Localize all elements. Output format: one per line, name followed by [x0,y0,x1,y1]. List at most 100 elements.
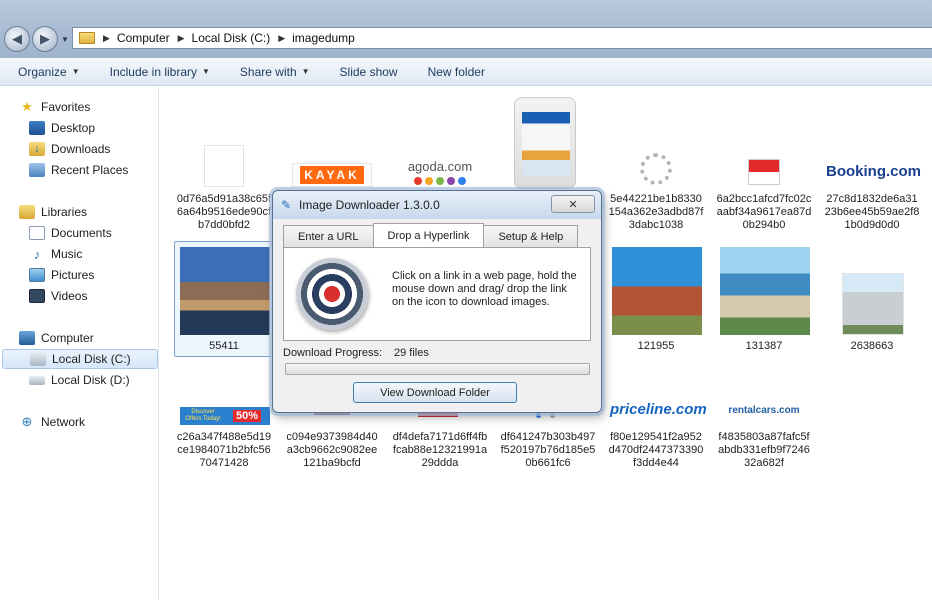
nav-network[interactable]: ⊕ Network [19,412,85,432]
file-item[interactable]: Discover Offers Today! 50% c26a347f488e5… [176,405,272,475]
discover-offers-thumbnail: Discover Offers Today! 50% [180,407,270,425]
loading-spinner-icon [640,153,672,185]
file-item[interactable]: 2638663 [824,243,920,353]
slide-show-button[interactable]: Slide show [340,65,398,79]
drive-icon [30,352,46,366]
tab-setup-help[interactable]: Setup & Help [483,225,579,247]
file-item[interactable]: 55411 [176,243,272,353]
chevron-right-icon[interactable]: ▶ [178,33,185,44]
file-name: c094e9373984d40a3cb9662c9082ee121ba9bcfd [286,431,378,469]
breadcrumb-imagedump[interactable]: imagedump [292,31,355,45]
new-folder-button[interactable]: New folder [428,65,485,79]
nav-recent-places[interactable]: Recent Places [29,160,128,180]
dialog-title-bar[interactable]: ✎ Image Downloader 1.3.0.0 ✕ [273,191,601,219]
music-icon: ♪ [33,246,41,262]
file-item[interactable]: priceline.com f80e129541f2a952d470df2447… [608,401,707,475]
nav-libraries[interactable]: Libraries [19,202,87,222]
documents-icon [29,226,45,240]
tab-enter-url[interactable]: Enter a URL [283,225,374,247]
kayak-logo-text: KAYAK [300,166,364,184]
recent-places-icon [29,163,45,177]
chevron-down-icon: ▼ [71,67,80,76]
file-item[interactable]: 131387 [716,243,812,353]
file-item[interactable] [500,97,596,197]
address-box[interactable]: ▶ Computer ▶ Local Disk (C:) ▶ imagedump [72,27,932,49]
nav-music[interactable]: ♪ Music [29,244,83,264]
file-item[interactable]: 121955 [608,243,704,353]
command-bar: Organize ▼ Include in library ▼ Share with… [0,58,932,86]
close-button[interactable]: ✕ [551,195,595,213]
nav-documents[interactable]: Documents [29,223,112,243]
nav-label: Desktop [51,121,96,135]
file-name: df641247b303b497f520197b76d185e50b661fc6 [500,431,596,469]
file-name: 131387 [745,340,783,352]
tab-label: Enter a URL [298,230,359,243]
nav-favorites[interactable]: ★ Favorites [19,97,90,117]
nav-downloads[interactable]: ↓ Downloads [29,139,110,159]
nav-computer[interactable]: Computer [19,328,94,348]
priceline-logo-text: priceline.com [610,401,707,418]
network-icon: ⊕ [21,414,33,429]
forward-arrow-icon: ▶ [40,31,50,46]
tab-drop-hyperlink[interactable]: Drop a Hyperlink [372,223,485,247]
progress-value: 29 files [394,347,429,359]
dialog-title: Image Downloader 1.3.0.0 [299,198,440,212]
organize-button[interactable]: Organize ▼ [18,65,80,79]
amsterdam-canal-thumbnail [180,247,270,335]
breadcrumb-local-disk[interactable]: Local Disk (C:) [192,31,271,45]
file-item[interactable]: df4defa7171d6ff4fbfcab88e12321991a29ddda [392,405,488,475]
file-item[interactable]: agoda.com [392,145,488,195]
nav-label: Documents [51,226,112,240]
image-downloader-dialog: ✎ Image Downloader 1.3.0.0 ✕ Enter a URL… [272,190,602,413]
file-name: 2638663 [850,340,894,352]
thumbnail [536,413,558,419]
hotel-building-thumbnail [842,273,904,335]
nav-label: Network [41,415,86,429]
blank-thumbnail [204,145,244,187]
nav-label: Recent Places [51,163,129,177]
file-item[interactable]: KAYAK [284,145,380,195]
nav-pictures[interactable]: Pictures [29,265,94,285]
file-item[interactable]: rentalcars.com f4835803a87fafc5fabdb331e… [716,401,812,475]
agoda-logo-text: agoda.com [407,159,473,174]
nav-label: Downloads [51,142,111,156]
agoda-dots [400,177,480,185]
nav-label: Local Disk (C:) [52,352,131,366]
instructions-text: Click on a link in a web page, hold the … [392,270,577,308]
file-name: 55411 [209,340,239,352]
drop-target-icon[interactable] [296,258,368,330]
forward-button[interactable]: ▶ [32,26,58,52]
nav-local-disk-c[interactable]: Local Disk (C:) [2,349,158,369]
include-in-library-button[interactable]: Include in library ▼ [110,65,210,79]
chevron-right-icon[interactable]: ▶ [278,33,285,44]
pattaya-bay-thumbnail [720,247,810,335]
include-in-library-label: Include in library [109,64,197,79]
nav-label: Pictures [51,268,95,282]
pictures-icon [29,268,45,282]
folder-icon [79,32,95,44]
nav-desktop[interactable]: Desktop [29,118,95,138]
share-with-button[interactable]: Share with ▼ [240,65,310,79]
recent-pages-dropdown-icon[interactable]: ▼ [61,35,69,44]
nav-local-disk-d[interactable]: Local Disk (D:) [29,370,130,390]
breadcrumb-computer[interactable]: Computer [117,31,170,45]
phone-screen [522,112,570,176]
downloads-icon: ↓ [29,142,45,156]
nav-videos[interactable]: Videos [29,286,87,306]
videos-icon [29,289,45,303]
slide-show-label: Slide show [339,64,398,79]
file-item[interactable]: Booking.com 27c8d1832de6a3123b6ee45b59ae… [824,145,921,237]
file-item[interactable]: 0d76a5d91a38c65f6a64b9516ede90cfb7dd0bfd… [176,145,272,237]
close-icon: ✕ [568,198,578,211]
file-item[interactable]: df641247b303b497f520197b76d185e50b661fc6 [500,405,596,475]
back-button[interactable]: ◀ [4,26,30,52]
kayak-thumbnail: KAYAK [292,163,372,187]
chevron-right-icon[interactable]: ▶ [103,33,110,44]
file-name: 121955 [637,340,675,352]
file-item[interactable]: 6a2bcc1afcd7fc02caabf34a9617ea87d0b294b0 [716,145,812,237]
file-item[interactable]: 5e44221be1b8330154a362e3adbd87f3dabc1038 [608,145,704,237]
file-item[interactable]: c094e9373984d40a3cb9662c9082ee121ba9bcfd [284,405,380,475]
nav-label: Libraries [41,205,88,219]
nav-label: Music [51,247,83,261]
view-download-folder-button[interactable]: View Download Folder [353,382,517,403]
